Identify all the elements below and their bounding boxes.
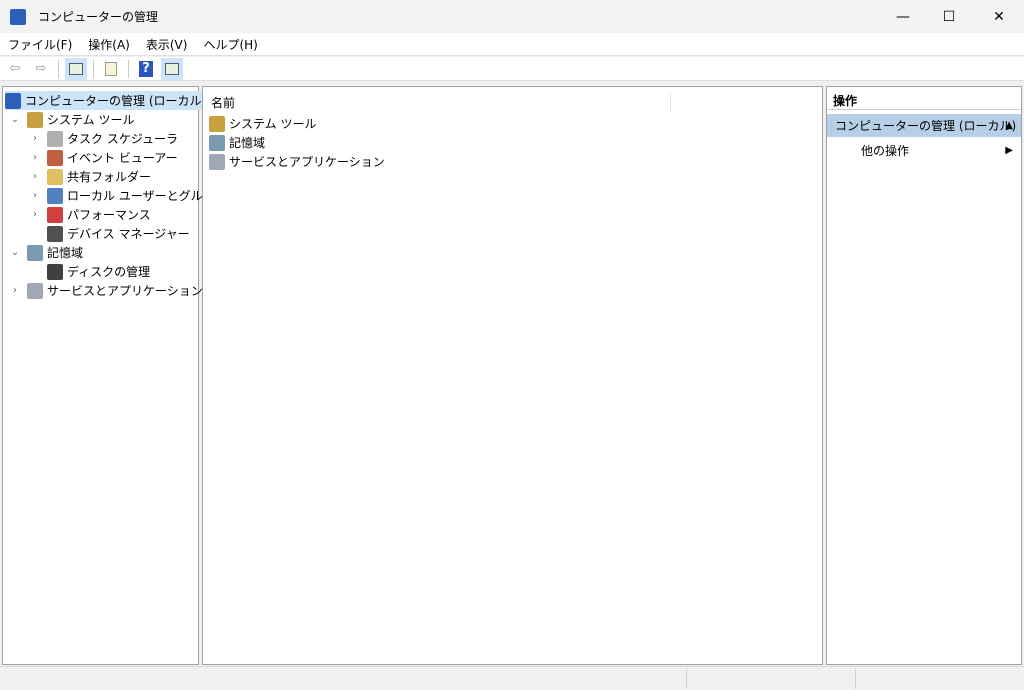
shared-folder-icon [47,168,63,185]
tree-item-label: 記憶域 [47,246,84,260]
expand-chevron-icon[interactable]: › [29,133,41,144]
actions-pane: 操作 コンピューターの管理 (ローカル) ▲ 他の操作 ▶ [826,86,1022,665]
help-icon: ? [139,60,153,77]
menu-view[interactable]: 表示(V) [138,36,196,53]
storage-icon [27,244,43,261]
clock-icon [47,130,63,147]
tree-item[interactable]: ⌄ 記憶域 [9,243,83,262]
close-button[interactable]: ✕ [976,0,1022,33]
expand-chevron-icon[interactable]: › [29,152,41,163]
toolbar-separator [128,59,129,78]
actions-section-label: コンピューターの管理 (ローカル) [835,119,1017,133]
tree-item[interactable]: ⌄ システム ツール [9,110,134,129]
toolbar-separator [93,59,94,78]
title-bar: コンピューターの管理 — ☐ ✕ [0,0,1024,33]
list-item[interactable]: 記憶域 [209,133,265,152]
menu-file[interactable]: ファイル(F) [0,36,80,53]
export-list-button[interactable] [100,58,122,80]
action-more-actions[interactable]: 他の操作 ▶ [827,141,1021,160]
menu-help[interactable]: ヘルプ(H) [195,36,265,53]
actions-header: 操作 [827,91,1021,110]
status-divider [686,669,687,689]
menu-action[interactable]: 操作(A) [80,36,138,53]
expand-chevron-icon[interactable]: › [9,285,21,296]
list-item-label: システム ツール [229,117,317,131]
status-divider [855,669,856,689]
list-item-label: サービスとアプリケーション [229,155,385,169]
menu-bar: ファイル(F) 操作(A) 表示(V) ヘルプ(H) [0,33,1024,56]
tree-item-label: システム ツール [47,113,135,127]
action-label: 他の操作 [861,144,910,158]
toolbar-separator [58,59,59,78]
tree-item[interactable]: › イベント ビューアー [29,148,178,167]
list-item-label: 記憶域 [229,136,266,150]
tree-item[interactable]: › 共有フォルダー [29,167,151,186]
tree-item-label: パフォーマンス [67,208,151,222]
tree-item[interactable]: › タスク スケジューラ [29,129,178,148]
window-title: コンピューターの管理 [38,10,159,24]
expand-chevron-icon[interactable]: › [29,209,41,220]
tree-item-label: デバイス マネージャー [67,227,190,241]
computer-management-icon [10,8,26,25]
services-icon [27,282,43,299]
device-manager-icon [47,225,63,242]
tree-item-label: イベント ビューアー [67,151,178,165]
computer-management-icon [5,92,21,109]
tree-item[interactable]: › ローカル ユーザーとグループ [29,186,226,205]
tree-item[interactable]: › サービスとアプリケーション [9,281,203,300]
toolbar: ⇦ ⇨ ? [0,57,1024,81]
console-tree-pane: コンピューターの管理 (ローカル) ⌄ システム ツール › タスク スケジューラ › イベ… [2,86,226,665]
users-icon [47,187,63,204]
forward-button[interactable]: ⇨ [30,58,52,80]
event-viewer-icon [47,149,63,166]
list-item[interactable]: システム ツール [209,114,316,133]
tree-item[interactable]: コンピューターの管理 (ローカル) [5,91,211,110]
tree-item-label: サービスとアプリケーション [47,284,203,298]
show-hide-console-tree-button[interactable] [65,57,87,80]
tree-item-label: コンピューターの管理 (ローカル) [25,94,207,108]
tree-item[interactable]: デバイス マネージャー [29,224,190,243]
disk-icon [47,263,63,280]
storage-icon [209,134,225,151]
expand-chevron-icon[interactable]: › [29,171,41,182]
results-pane: 名前 システム ツール 記憶域 サービスとアプリケーション [202,86,823,665]
expand-chevron-icon[interactable]: ⌄ [9,114,21,125]
actions-section-computer-management[interactable]: コンピューターの管理 (ローカル) ▲ [827,114,1021,137]
maximize-button[interactable]: ☐ [926,0,972,33]
expand-chevron-icon[interactable]: ⌄ [9,247,21,258]
list-item[interactable]: サービスとアプリケーション [209,152,385,171]
services-icon [209,153,225,170]
tree-item[interactable]: › パフォーマンス [29,205,151,224]
show-hide-action-pane-button[interactable] [161,57,183,80]
tree-item-label: 共有フォルダー [67,170,152,184]
tree-item[interactable]: ディスクの管理 [29,262,150,281]
tree-item-label: タスク スケジューラ [67,132,178,146]
performance-icon [47,206,63,223]
back-button[interactable]: ⇦ [4,58,26,80]
collapse-icon[interactable]: ▲ [1005,120,1013,131]
column-header-name[interactable]: 名前 [211,93,671,112]
tree-item-label: ディスクの管理 [67,265,151,279]
submenu-arrow-icon: ▶ [1005,145,1013,156]
expand-chevron-icon[interactable]: › [29,190,41,201]
minimize-button[interactable]: — [880,0,926,33]
status-bar [0,666,1024,690]
tools-icon [27,111,43,128]
help-button[interactable]: ? [135,58,157,80]
tools-icon [209,115,225,132]
